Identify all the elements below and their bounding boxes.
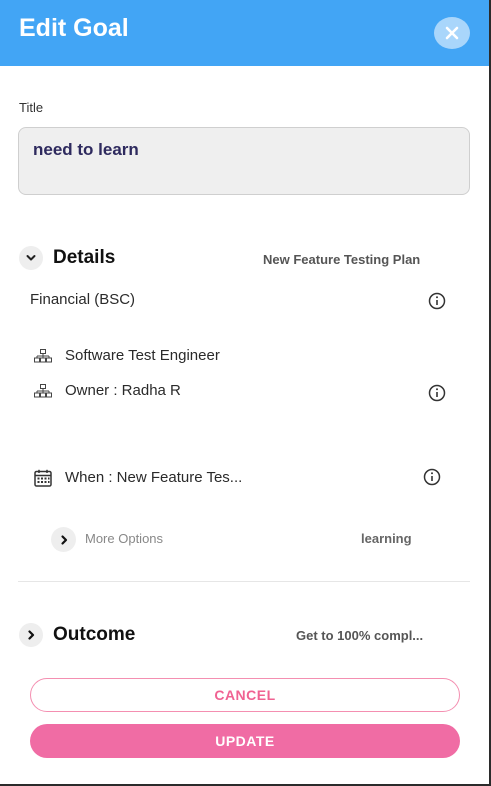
title-label: Title <box>19 100 44 115</box>
more-options-label[interactable]: More Options <box>85 531 163 546</box>
chevron-right-icon <box>60 534 67 545</box>
dialog-title: Edit Goal <box>19 14 129 42</box>
owner-text: Owner : Radha R <box>65 382 181 399</box>
update-button[interactable]: UPDATE <box>30 724 460 758</box>
chevron-down-icon <box>19 246 43 270</box>
close-button[interactable] <box>434 17 470 49</box>
info-icon[interactable] <box>423 468 441 486</box>
outcome-heading: Outcome <box>53 624 136 645</box>
details-header[interactable]: Details <box>19 246 115 270</box>
section-divider <box>18 581 470 582</box>
calendar-icon <box>34 469 52 487</box>
chevron-right-icon <box>19 623 43 647</box>
dialog-header: Edit Goal <box>0 0 489 66</box>
outcome-header[interactable]: Outcome <box>19 623 135 647</box>
category-text: Financial (BSC) <box>30 291 136 308</box>
org-chart-icon <box>34 384 52 398</box>
outcome-summary: Get to 100% compl... <box>296 628 424 643</box>
cancel-button[interactable]: CANCEL <box>30 678 460 712</box>
more-options-toggle[interactable] <box>51 527 76 552</box>
more-options-tag: learning <box>361 531 412 546</box>
info-icon[interactable] <box>428 292 446 310</box>
close-icon <box>445 26 459 40</box>
when-text: When : New Feature Tes... <box>65 469 243 486</box>
role-text: Software Test Engineer <box>65 347 220 364</box>
edit-goal-dialog: Edit Goal Title need to learn Details Ne… <box>0 0 491 786</box>
org-chart-icon <box>34 349 52 363</box>
info-icon[interactable] <box>428 384 446 402</box>
title-input[interactable]: need to learn <box>18 127 470 195</box>
details-plan: New Feature Testing Plan <box>263 252 421 267</box>
details-heading: Details <box>53 247 116 268</box>
